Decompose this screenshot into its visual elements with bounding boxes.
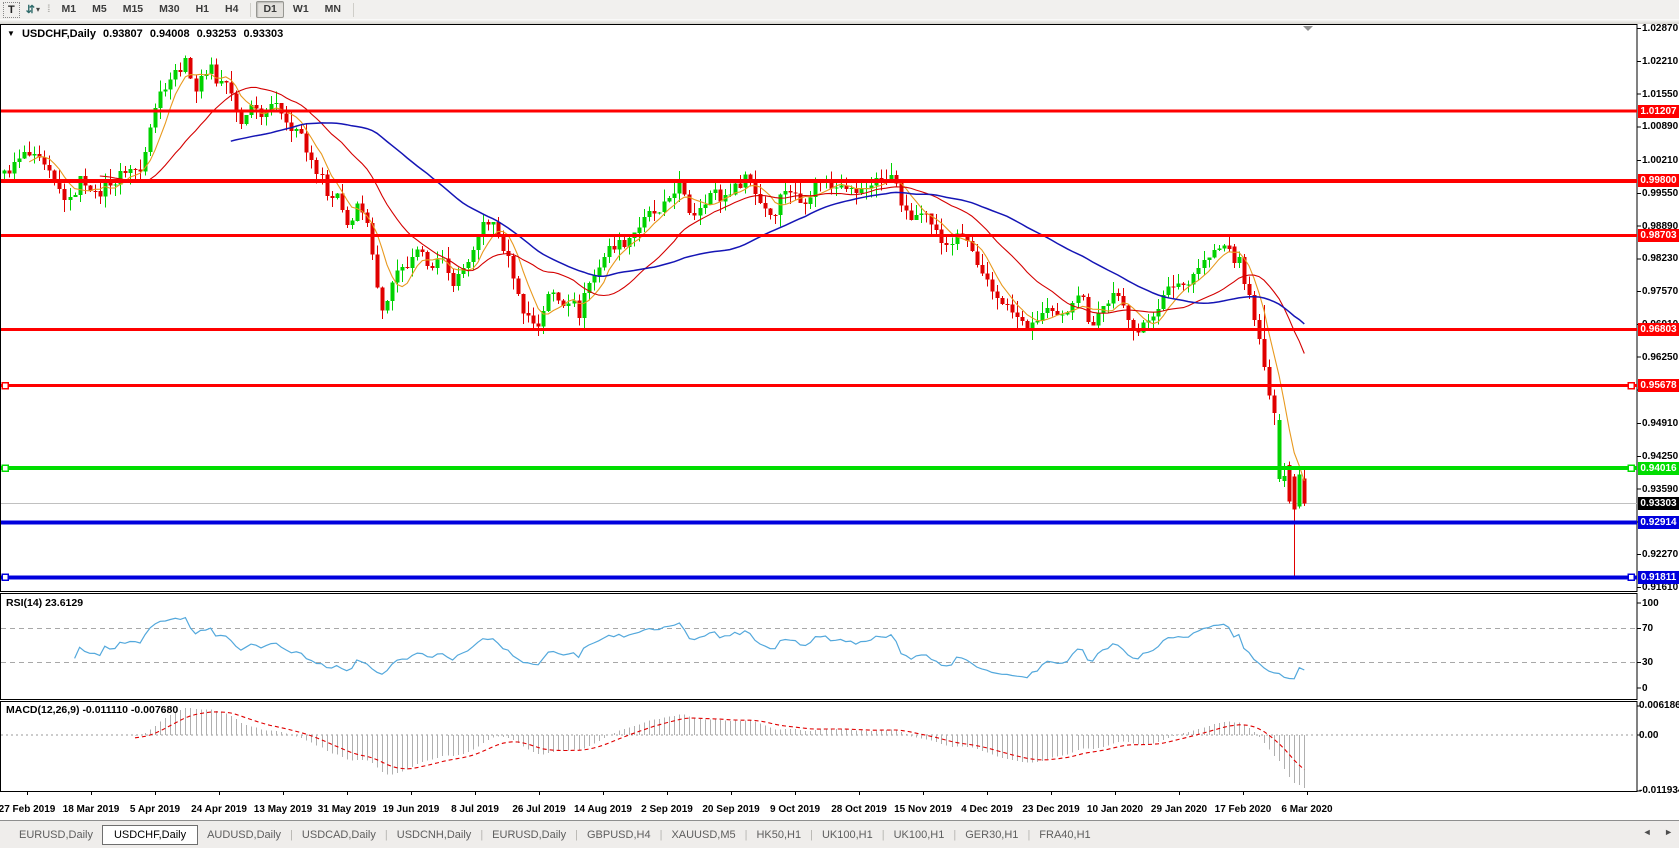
symbol-tab-fra40-h1[interactable]: FRA40,H1 <box>1030 826 1099 844</box>
toolbar-separator <box>353 3 354 17</box>
hline-handle[interactable] <box>1628 465 1634 471</box>
toolbar-bottom-edge <box>0 19 1679 24</box>
toolbar-separator <box>250 3 251 17</box>
rsi-line <box>75 618 1305 679</box>
hline-handle[interactable] <box>2 383 8 389</box>
hline-handle[interactable] <box>2 574 8 580</box>
tab-scroll-arrows: ◄ ► <box>1633 827 1673 837</box>
symbol-tab-audusd-daily[interactable]: AUDUSD,Daily <box>198 826 290 844</box>
up-wicks <box>5 55 1300 508</box>
hline-handle[interactable] <box>2 465 8 471</box>
symbol-tab-ger30-h1[interactable]: GER30,H1 <box>956 826 1027 844</box>
timeframe-button-w1[interactable]: W1 <box>286 1 316 18</box>
symbol-tab-usdchf-daily[interactable]: USDCHF,Daily <box>102 825 198 845</box>
hline-handle[interactable] <box>1628 383 1634 389</box>
timeframe-button-h4[interactable]: H4 <box>218 1 245 18</box>
chart-canvas[interactable] <box>0 0 1679 848</box>
toolbar-grip-icon: ⁞⁞ <box>47 4 49 15</box>
ma-mid-line <box>100 87 1305 353</box>
timeframe-button-d1[interactable]: D1 <box>256 1 283 18</box>
tab-next-icon[interactable]: ► <box>1664 827 1673 837</box>
text-tool-button[interactable]: T <box>3 2 20 18</box>
symbol-tab-usdcnh-daily[interactable]: USDCNH,Daily <box>388 826 481 844</box>
symbol-tab-eurusd-daily[interactable]: EURUSD,Daily <box>483 826 575 844</box>
timeframe-button-m1[interactable]: M1 <box>55 1 84 18</box>
symbol-tab-bar: EURUSD,DailyUSDCHF,DailyAUDUSD,Daily|USD… <box>0 820 1679 848</box>
top-toolbar: T ⇵ ▾ ⁞⁞ M1M5M15M30H1H4 D1W1MN <box>0 0 1679 19</box>
symbol-tab-gbpusd-h4[interactable]: GBPUSD,H4 <box>578 826 660 844</box>
macd-pane-border <box>1 702 1638 792</box>
symbol-tab-uk100-h1[interactable]: UK100,H1 <box>813 826 882 844</box>
macd-histogram <box>136 708 1305 788</box>
timeframe-button-m15[interactable]: M15 <box>116 1 150 18</box>
ma-fast-line <box>29 74 1304 481</box>
dropdown-caret-icon[interactable]: ▾ <box>36 5 40 14</box>
chart-shift-marker-icon <box>1303 26 1313 31</box>
symbol-tab-uk100-h1[interactable]: UK100,H1 <box>885 826 954 844</box>
timeframe-button-h1[interactable]: H1 <box>189 1 216 18</box>
main-pane-border <box>1 25 1638 592</box>
arrange-charts-icon[interactable]: ⇵ <box>26 3 35 16</box>
timeframe-button-m5[interactable]: M5 <box>85 1 114 18</box>
symbol-tab-hk50-h1[interactable]: HK50,H1 <box>747 826 810 844</box>
down-wicks <box>10 57 1305 577</box>
hline-handle[interactable] <box>1628 574 1634 580</box>
symbol-tab-xauusd-m5[interactable]: XAUUSD,M5 <box>662 826 744 844</box>
timeframe-button-m30[interactable]: M30 <box>152 1 186 18</box>
candles-layer <box>3 58 1307 509</box>
tab-prev-icon[interactable]: ◄ <box>1643 827 1652 837</box>
timeframe-button-mn[interactable]: MN <box>318 1 348 18</box>
symbol-tab-eurusd-daily[interactable]: EURUSD,Daily <box>10 826 102 844</box>
symbol-tab-usdcad-daily[interactable]: USDCAD,Daily <box>293 826 385 844</box>
